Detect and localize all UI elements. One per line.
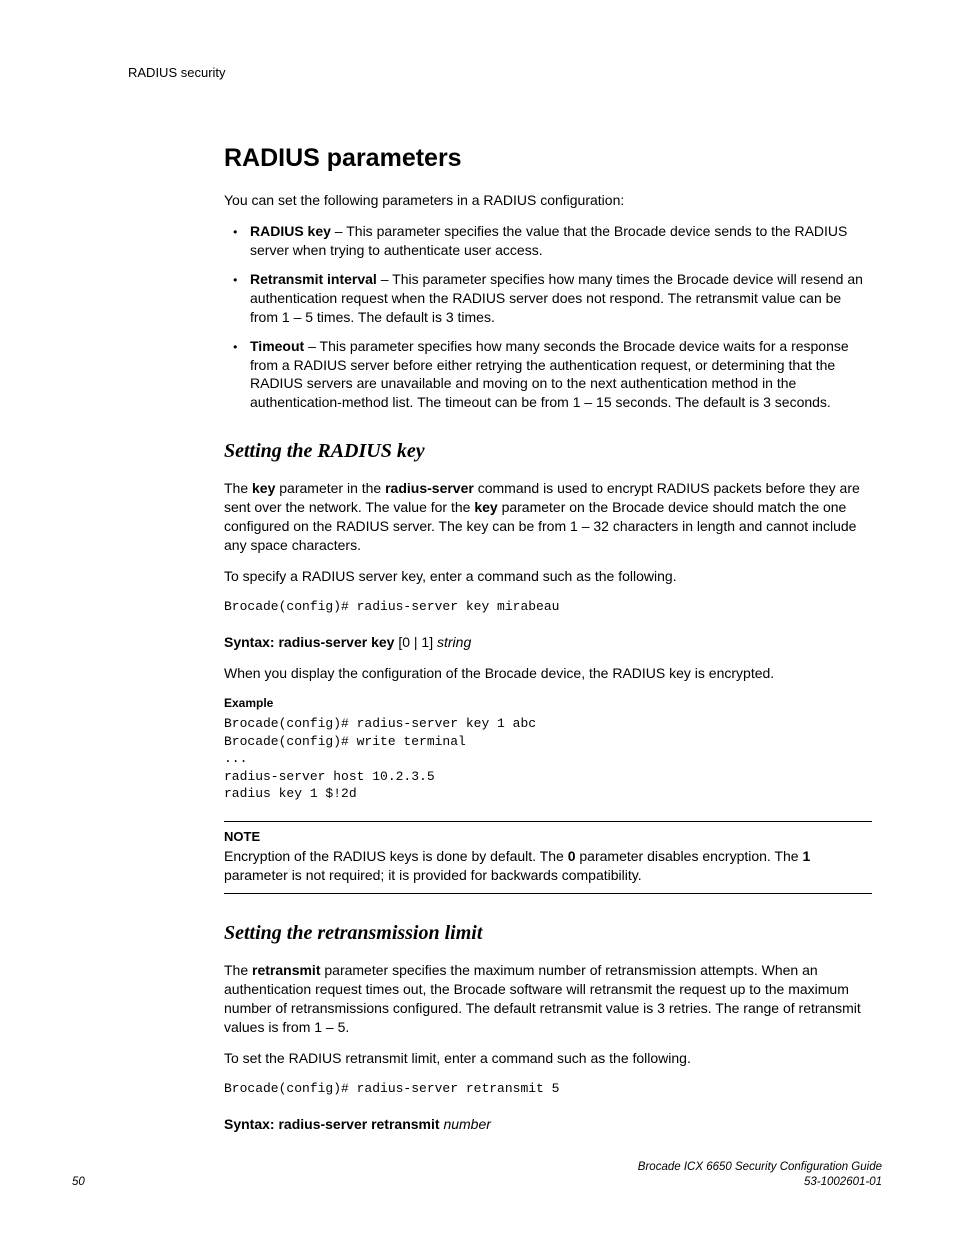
term-desc: – This parameter specifies the value tha… — [250, 223, 847, 258]
footer-doc-info: Brocade ICX 6650 Security Configuration … — [638, 1160, 882, 1191]
code-block: Brocade(config)# radius-server key 1 abc… — [224, 715, 872, 803]
text-bold: radius-server — [385, 480, 474, 496]
text-bold: retransmit — [252, 962, 320, 978]
footer-guide-title: Brocade ICX 6650 Security Configuration … — [638, 1160, 882, 1176]
syntax-cmd: radius-server retransmit — [278, 1116, 443, 1132]
paragraph: To set the RADIUS retransmit limit, ente… — [224, 1049, 872, 1068]
syntax-line: Syntax: radius-server key [0 | 1] string — [224, 633, 872, 652]
paragraph: To specify a RADIUS server key, enter a … — [224, 567, 872, 586]
text: The — [224, 480, 252, 496]
note-block: NOTE Encryption of the RADIUS keys is do… — [224, 821, 872, 894]
syntax-label: Syntax: — [224, 634, 278, 650]
term: RADIUS key — [250, 223, 331, 239]
running-header: RADIUS security — [128, 64, 882, 82]
text: parameter disables encryption. The — [576, 848, 803, 864]
text-bold: 1 — [802, 848, 810, 864]
text: parameter in the — [275, 480, 385, 496]
heading-setting-radius-key: Setting the RADIUS key — [224, 438, 872, 465]
term-desc: – This parameter specifies how many seco… — [250, 338, 849, 411]
text: The — [224, 962, 252, 978]
code-block: Brocade(config)# radius-server retransmi… — [224, 1080, 872, 1098]
text: Encryption of the RADIUS keys is done by… — [224, 848, 568, 864]
example-label: Example — [224, 695, 872, 711]
syntax-arg: string — [437, 634, 471, 650]
page-number: 50 — [72, 1175, 85, 1191]
text-bold: key — [474, 499, 497, 515]
code-block: Brocade(config)# radius-server key mirab… — [224, 598, 872, 616]
note-label: NOTE — [224, 828, 872, 846]
heading-setting-retransmission-limit: Setting the retransmission limit — [224, 920, 872, 947]
text: parameter is not required; it is provide… — [224, 867, 642, 883]
syntax-opts: [0 | 1] — [398, 634, 437, 650]
page-footer: 50 Brocade ICX 6650 Security Configurati… — [72, 1160, 882, 1191]
list-item: Retransmit interval – This parameter spe… — [244, 270, 872, 327]
text-bold: key — [252, 480, 275, 496]
term: Timeout — [250, 338, 304, 354]
intro-paragraph: You can set the following parameters in … — [224, 191, 872, 210]
syntax-arg: number — [443, 1116, 490, 1132]
list-item: Timeout – This parameter specifies how m… — [244, 337, 872, 413]
list-item: RADIUS key – This parameter specifies th… — [244, 222, 872, 260]
term: Retransmit interval — [250, 271, 377, 287]
text: parameter specifies the maximum number o… — [224, 962, 861, 1035]
note-body: Encryption of the RADIUS keys is done by… — [224, 847, 872, 885]
syntax-cmd: radius-server key — [278, 634, 398, 650]
parameter-list: RADIUS key – This parameter specifies th… — [224, 222, 872, 412]
paragraph: The key parameter in the radius-server c… — [224, 479, 872, 555]
page: RADIUS security RADIUS parameters You ca… — [0, 0, 954, 1235]
syntax-line: Syntax: radius-server retransmit number — [224, 1115, 872, 1134]
content-area: RADIUS parameters You can set the follow… — [224, 142, 872, 1135]
syntax-label: Syntax: — [224, 1116, 278, 1132]
heading-radius-parameters: RADIUS parameters — [224, 142, 872, 176]
paragraph: When you display the configuration of th… — [224, 664, 872, 683]
footer-doc-number: 53-1002601-01 — [638, 1175, 882, 1191]
text-bold: 0 — [568, 848, 576, 864]
paragraph: The retransmit parameter specifies the m… — [224, 961, 872, 1037]
